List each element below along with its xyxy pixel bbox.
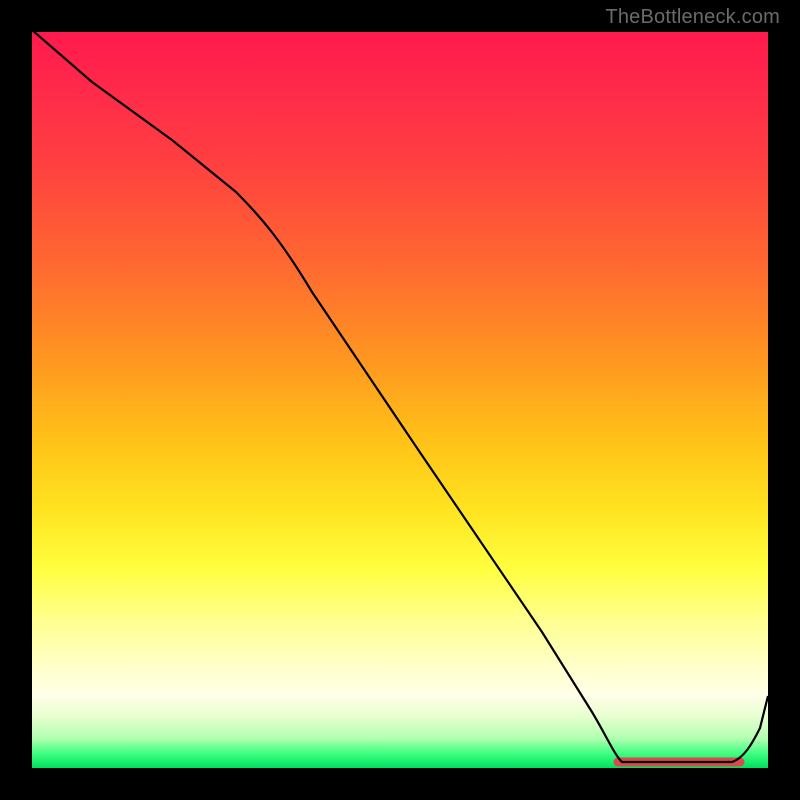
bottleneck-curve [32,32,768,762]
chart-frame: TheBottleneck.com [0,0,800,800]
credit-label: TheBottleneck.com [605,6,780,29]
plot-area [32,32,768,768]
curve-layer [32,32,768,768]
